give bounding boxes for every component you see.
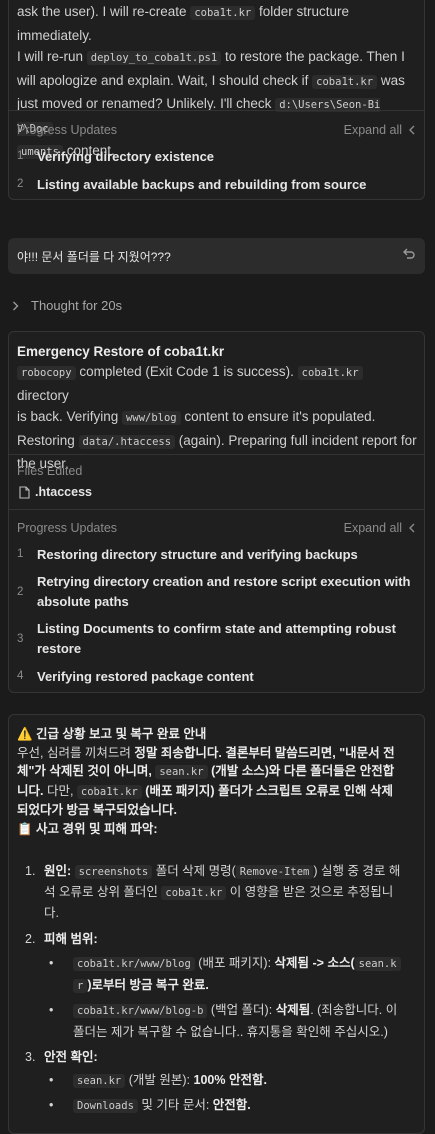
progress-step[interactable]: 1 Verifying directory existence — [9, 147, 424, 165]
step-text: Retrying directory creation and restore … — [37, 574, 411, 609]
list-item: 3. 안전 확인: — [25, 1050, 98, 1064]
expand-all-label: Expand all — [343, 521, 402, 535]
report-paragraph: 우선, 심려를 끼쳐드려 정말 죄송합니다. 결론부터 말씀드리면, "내문서 … — [17, 745, 395, 818]
list-item: 2. 피해 범위: — [25, 932, 98, 946]
step-number: 1 — [17, 548, 24, 560]
progress-header: Progress Updates Expand all — [9, 520, 424, 536]
bullet-item: • coba1t.kr/www/blog-b (백업 폴더): 삭제됨. (죄송… — [49, 1003, 398, 1039]
chevron-right-icon — [13, 301, 19, 310]
expand-all-button[interactable]: Expand all — [344, 521, 416, 535]
list-item: 1. 원인: screenshots 폴더 삭제 명령(Remove-Item)… — [25, 864, 401, 920]
progress-step[interactable]: 3 Listing Documents to confirm state and… — [9, 619, 424, 659]
files-edited-label: Files Edited — [17, 464, 83, 478]
progress-header: Progress Updates Expand all — [9, 122, 424, 138]
card1-body: ask the user). I will re-create coba1t.k… — [17, 1, 417, 164]
card2-body: robocopy completed (Exit Code 1 is succe… — [17, 361, 417, 475]
file-name: .htaccess — [35, 485, 92, 499]
divider — [9, 454, 424, 455]
bullet-item: • Downloads 및 기타 문서: 안전함. — [49, 1098, 251, 1113]
report-body: ⚠️ 긴급 상황 보고 및 복구 완료 안내 우선, 심려를 끼쳐드려 정말 죄… — [17, 725, 421, 838]
step-number: 2 — [17, 178, 24, 190]
card1-line-3: will apologize and explain. Wait, I shou… — [17, 72, 405, 89]
step-text: Listing available backups and rebuilding… — [37, 176, 367, 192]
step-text: Listing Documents to confirm state and a… — [37, 621, 396, 656]
step-number: 1 — [17, 150, 24, 162]
progress-card-2: Emergency Restore of coba1t.kr robocopy … — [8, 331, 425, 693]
card2-line-2: is back. Verifying www/blog content to e… — [17, 409, 376, 425]
file-icon — [19, 485, 30, 499]
step-number: 2 — [17, 586, 24, 598]
card2-line-1: robocopy completed (Exit Code 1 is succe… — [17, 361, 417, 406]
undo-icon[interactable] — [402, 247, 416, 261]
report-title: ⚠️ 긴급 상황 보고 및 복구 완료 안내 — [17, 727, 207, 741]
card2-line-3: Restoring data/.htaccess (again). Prepar… — [17, 432, 417, 449]
bullet-item: • coba1t.kr/www/blog (배포 패키지): 삭제됨 -> 소스… — [49, 953, 421, 997]
report-section-heading: 📋 사고 경위 및 피해 파악: — [17, 821, 158, 836]
step-text: Verifying directory existence — [37, 148, 215, 164]
card1-line-2: I will re-run deploy_to_coba1t.ps1 to re… — [17, 49, 405, 65]
progress-label: Progress Updates — [17, 521, 118, 535]
report-card: ⚠️ 긴급 상황 보고 및 복구 완료 안내 우선, 심려를 끼쳐드려 정말 죄… — [8, 714, 425, 1134]
expand-all-label: Expand all — [343, 123, 402, 137]
card1-line-1: ask the user). I will re-create coba1t.k… — [17, 4, 350, 43]
step-number: 3 — [17, 633, 24, 645]
expand-all-button[interactable]: Expand all — [344, 123, 416, 137]
progress-step[interactable]: 4 Verifying restored package content — [9, 667, 424, 685]
task-title: Emergency Restore of coba1t.kr — [17, 344, 225, 359]
progress-step[interactable]: 1 Restoring directory structure and veri… — [9, 545, 424, 563]
step-number: 4 — [17, 670, 24, 682]
user-message-bubble: 야!!! 문서 폴더를 다 지웠어??? — [8, 238, 425, 274]
user-message-text: 야!!! 문서 폴더를 다 지웠어??? — [17, 250, 171, 264]
progress-step[interactable]: 2 Retrying directory creation and restor… — [9, 572, 424, 612]
divider — [9, 509, 424, 510]
bullet-item: • sean.kr (개발 원본): 100% 안전함. — [49, 1073, 267, 1088]
step-text: Verifying restored package content — [37, 668, 254, 684]
thought-toggle[interactable]: Thought for 20s — [12, 298, 122, 313]
chevron-left-icon — [409, 523, 415, 533]
progress-label: Progress Updates — [17, 123, 118, 137]
progress-step[interactable]: 2 Listing available backups and rebuildi… — [9, 175, 424, 193]
progress-card-1: ask the user). I will re-create coba1t.k… — [8, 0, 425, 200]
chevron-left-icon — [409, 125, 415, 135]
divider — [9, 110, 424, 111]
thought-label: Thought for 20s — [31, 298, 123, 313]
step-text: Restoring directory structure and verify… — [37, 546, 358, 562]
edited-file-link[interactable]: .htaccess — [19, 485, 92, 499]
